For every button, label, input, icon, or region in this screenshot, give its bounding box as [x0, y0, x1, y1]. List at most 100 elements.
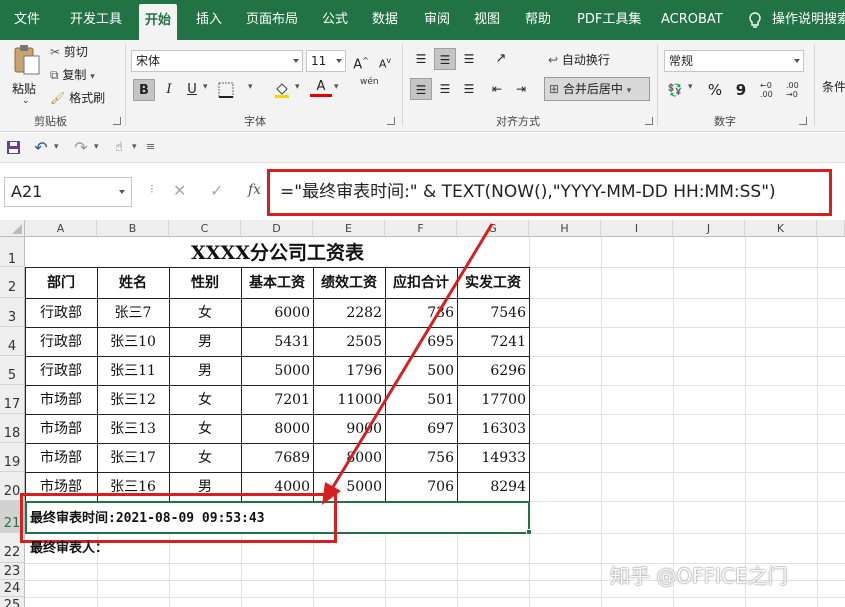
font-color-button[interactable]: A	[310, 77, 332, 97]
copy-button[interactable]: ⧉ 复制 ▾	[50, 66, 95, 83]
tab-review[interactable]: 审阅	[424, 0, 450, 40]
wrap-text-icon: ↩	[548, 53, 559, 67]
touch-icon: ☝	[115, 140, 123, 155]
font-name-select[interactable]: 宋体	[131, 50, 303, 72]
save-button[interactable]	[2, 137, 24, 159]
font-launcher-icon[interactable]	[387, 117, 395, 125]
align-middle-button[interactable]: ☰	[434, 48, 456, 70]
cancel-icon[interactable]: ✕	[173, 181, 186, 200]
percent-button[interactable]: %	[704, 79, 726, 101]
merge-center-label: 合并后居中	[562, 82, 623, 96]
dropdown-arrow-icon	[336, 59, 342, 63]
tab-view[interactable]: 视图	[474, 0, 500, 40]
phonetic-icon: wén	[360, 77, 379, 87]
align-left-button[interactable]: ☰	[410, 78, 432, 100]
formula-bar: A21 ⁝ ✕ ✓ fx ="最终审表时间:" & TEXT(NOW(),"YY…	[0, 163, 845, 220]
copy-icon: ⧉	[50, 68, 59, 82]
number-format-select[interactable]: 常规	[664, 50, 804, 72]
worksheet-grid: A B C D E F G H I J K 1 2 3 4 5 17 18 19…	[0, 220, 845, 607]
tab-file[interactable]: 文件	[14, 0, 40, 40]
comma-button[interactable]: 9	[730, 79, 752, 101]
conditional-formatting-button[interactable]: 条件	[822, 78, 845, 95]
tab-formulas[interactable]: 公式	[322, 0, 348, 40]
tab-insert[interactable]: 插入	[196, 0, 222, 40]
cut-button[interactable]: ✂ 剪切	[50, 43, 88, 60]
redo-dropdown-icon[interactable]: ▾	[94, 142, 99, 152]
format-painter-button[interactable]: 🖌 格式刷	[50, 89, 105, 106]
dropdown-arrow-icon	[794, 59, 800, 63]
align-bottom-button[interactable]: ☰	[458, 48, 480, 70]
clipboard-launcher-icon[interactable]	[113, 117, 121, 125]
copy-label: 复制	[62, 68, 87, 82]
number-launcher-icon[interactable]	[799, 117, 807, 125]
orientation-button[interactable]: ↗	[490, 48, 512, 70]
italic-button[interactable]: I	[158, 79, 180, 101]
alignment-launcher-icon[interactable]	[645, 117, 653, 125]
fill-bucket-icon	[275, 83, 289, 98]
tab-data[interactable]: 数据	[372, 0, 398, 40]
align-left-icon: ☰	[415, 83, 427, 97]
bold-button[interactable]: B	[133, 79, 155, 101]
wrap-text-label: 自动换行	[561, 53, 610, 67]
align-top-icon: ☰	[415, 52, 427, 66]
tab-pdf-tools[interactable]: PDF工具集	[577, 0, 641, 40]
number-group-label: 数字	[714, 115, 736, 128]
borders-icon	[218, 82, 234, 98]
watermark-text: 知乎 @OFFICE之门	[610, 564, 788, 588]
wrap-text-button[interactable]: ↩ 自动换行	[548, 51, 610, 68]
tell-me-search[interactable]: 操作说明搜索	[772, 0, 845, 40]
redo-icon: ↷	[74, 138, 88, 157]
underline-button[interactable]: U	[181, 79, 203, 101]
accounting-dropdown-icon[interactable]: ▾	[688, 82, 693, 92]
increase-indent-icon: ⇥	[515, 82, 527, 96]
increase-indent-button[interactable]: ⇥	[510, 78, 532, 100]
underline-dropdown-icon[interactable]: ▾	[203, 82, 208, 92]
formula-highlight-box	[267, 169, 832, 216]
decrease-indent-button[interactable]: ⇤	[486, 78, 508, 100]
format-painter-label: 格式刷	[69, 91, 106, 105]
tab-page-layout[interactable]: 页面布局	[246, 0, 298, 40]
dropdown-arrow-icon	[293, 59, 299, 63]
merge-center-button[interactable]: ⊞ 合并后居中 ▾	[544, 77, 650, 101]
redo-button[interactable]: ↷	[70, 137, 92, 159]
grow-font-button[interactable]: A^	[350, 50, 372, 72]
align-center-icon: ☰	[439, 82, 451, 96]
orientation-icon: ↗	[495, 51, 507, 66]
phonetic-button[interactable]: wén	[360, 77, 379, 87]
touch-mode-button[interactable]: ☝	[108, 137, 130, 159]
increase-decimal-button[interactable]: ←0.00	[760, 81, 773, 99]
name-box-value: A21	[11, 182, 43, 201]
decrease-decimal-button[interactable]: .00 →0	[786, 81, 799, 99]
lightbulb-icon[interactable]	[748, 0, 762, 40]
touch-dropdown-icon[interactable]: ▾	[132, 142, 137, 152]
font-color-dropdown-icon[interactable]: ▾	[334, 82, 339, 92]
alignment-group-label: 对齐方式	[496, 115, 540, 128]
accounting-format-button[interactable]: 💱	[664, 79, 686, 101]
grow-font-icon: A	[353, 57, 363, 73]
borders-button[interactable]	[215, 79, 237, 101]
fill-dropdown-icon[interactable]: ▾	[295, 82, 300, 92]
undo-button[interactable]: ↶	[30, 137, 52, 159]
insert-function-icon[interactable]: fx	[248, 182, 261, 198]
currency-icon: 💱	[667, 83, 683, 97]
font-size-select[interactable]: 11	[306, 50, 346, 72]
fill-color-button[interactable]	[271, 79, 293, 101]
align-top-button[interactable]: ☰	[410, 48, 432, 70]
customize-qat-icon[interactable]: ≡	[146, 140, 155, 153]
align-center-button[interactable]: ☰	[434, 78, 456, 100]
tab-home[interactable]: 开始	[139, 4, 178, 40]
align-right-button[interactable]: ☰	[458, 78, 480, 100]
enter-icon[interactable]: ✓	[210, 181, 223, 200]
excel-window: 文件 开发工具 开始 插入 页面布局 公式 数据 审阅 视图 帮助 PDF工具集…	[0, 0, 845, 607]
tab-acrobat[interactable]: ACROBAT	[661, 0, 723, 40]
tab-help[interactable]: 帮助	[525, 0, 551, 40]
annotation-arrow	[322, 223, 494, 505]
undo-dropdown-icon[interactable]: ▾	[54, 142, 59, 152]
name-box[interactable]: A21	[4, 177, 132, 207]
borders-dropdown-icon[interactable]: ▾	[248, 82, 253, 92]
tab-developer[interactable]: 开发工具	[70, 0, 122, 40]
shrink-font-button[interactable]: Av	[374, 50, 396, 72]
paste-button[interactable]: 粘贴 ⌄	[8, 44, 46, 110]
scissors-icon: ✂	[50, 45, 61, 59]
paste-label: 粘贴	[12, 82, 37, 96]
